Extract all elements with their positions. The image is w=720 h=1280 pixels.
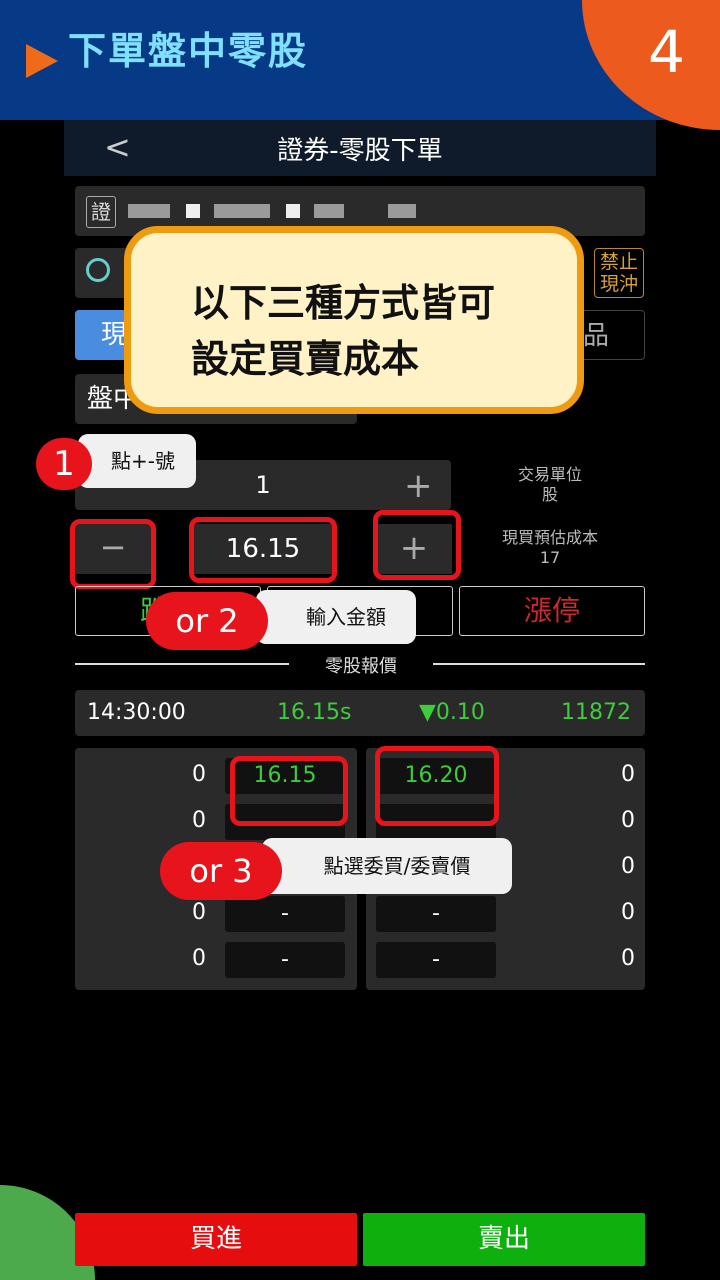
- bid-price[interactable]: -: [225, 942, 345, 978]
- search-icon: [86, 258, 110, 282]
- play-triangle-icon: [26, 44, 58, 78]
- step3-tip: 點選委買/委賣價: [262, 838, 512, 894]
- banner-title: 下單盤中零股: [68, 29, 309, 73]
- quote-time: 14:30:00: [87, 700, 186, 725]
- step1-badge: 1: [36, 438, 92, 490]
- cost-value: 17: [539, 548, 561, 567]
- divider: [433, 663, 645, 665]
- bid-qty: 0: [192, 946, 206, 971]
- sell-button[interactable]: 賣出: [363, 1213, 645, 1266]
- bid-qty: 0: [192, 808, 206, 833]
- blurred-account: [214, 204, 270, 218]
- quote-volume: 11872: [561, 700, 631, 725]
- step2-badge: or 2: [146, 592, 268, 650]
- highlight-minus: [70, 519, 156, 589]
- instruction-callout: 以下三種方式皆可 設定買賣成本: [124, 226, 584, 414]
- step3-badge: or 3: [160, 842, 282, 900]
- blurred-account: [314, 204, 344, 218]
- cost-label: 現買預估成本: [501, 528, 598, 547]
- bid-price[interactable]: -: [225, 896, 345, 932]
- callout-line: 以下三種方式皆可: [191, 281, 496, 325]
- quantity-plus-icon[interactable]: +: [404, 466, 433, 506]
- blurred-account: [388, 204, 416, 218]
- ask-qty: 0: [621, 762, 635, 787]
- step2-tip: 輸入金額: [256, 590, 416, 644]
- unit-value: 股: [541, 485, 558, 504]
- ask-qty: 0: [621, 808, 635, 833]
- quote-bar: 14:30:00 16.15s ▼0.10 11872: [75, 690, 645, 736]
- no-daytrade-badge: 禁止現沖: [594, 248, 644, 298]
- highlight-ask: [375, 746, 499, 826]
- step1-tip: 點+-號: [78, 434, 196, 488]
- limit-up-button[interactable]: 漲停: [459, 586, 645, 636]
- quote-change: ▼0.10: [419, 700, 485, 725]
- unit-label: 交易單位: [517, 465, 582, 484]
- quote-price: 16.15s: [277, 700, 352, 725]
- blurred-account: [128, 204, 170, 218]
- bid-qty: 0: [192, 900, 206, 925]
- highlight-price: [189, 517, 337, 583]
- securities-tag: 證: [86, 196, 116, 228]
- blurred-account: [186, 204, 200, 218]
- section-title: 零股報價: [325, 656, 397, 677]
- ask-price[interactable]: -: [376, 896, 496, 932]
- ask-price[interactable]: -: [376, 942, 496, 978]
- buy-button[interactable]: 買進: [75, 1213, 357, 1266]
- ask-qty: 0: [621, 946, 635, 971]
- page-title: 證券-零股下單: [277, 136, 443, 166]
- highlight-plus: [373, 510, 461, 580]
- bid-qty: 0: [192, 762, 206, 787]
- step-number: 4: [648, 18, 685, 86]
- divider: [75, 663, 289, 665]
- ask-qty: 0: [621, 854, 635, 879]
- callout-line: 設定買賣成本: [191, 337, 420, 381]
- ask-qty: 0: [621, 900, 635, 925]
- blurred-account: [286, 204, 300, 218]
- highlight-bid: [230, 756, 348, 826]
